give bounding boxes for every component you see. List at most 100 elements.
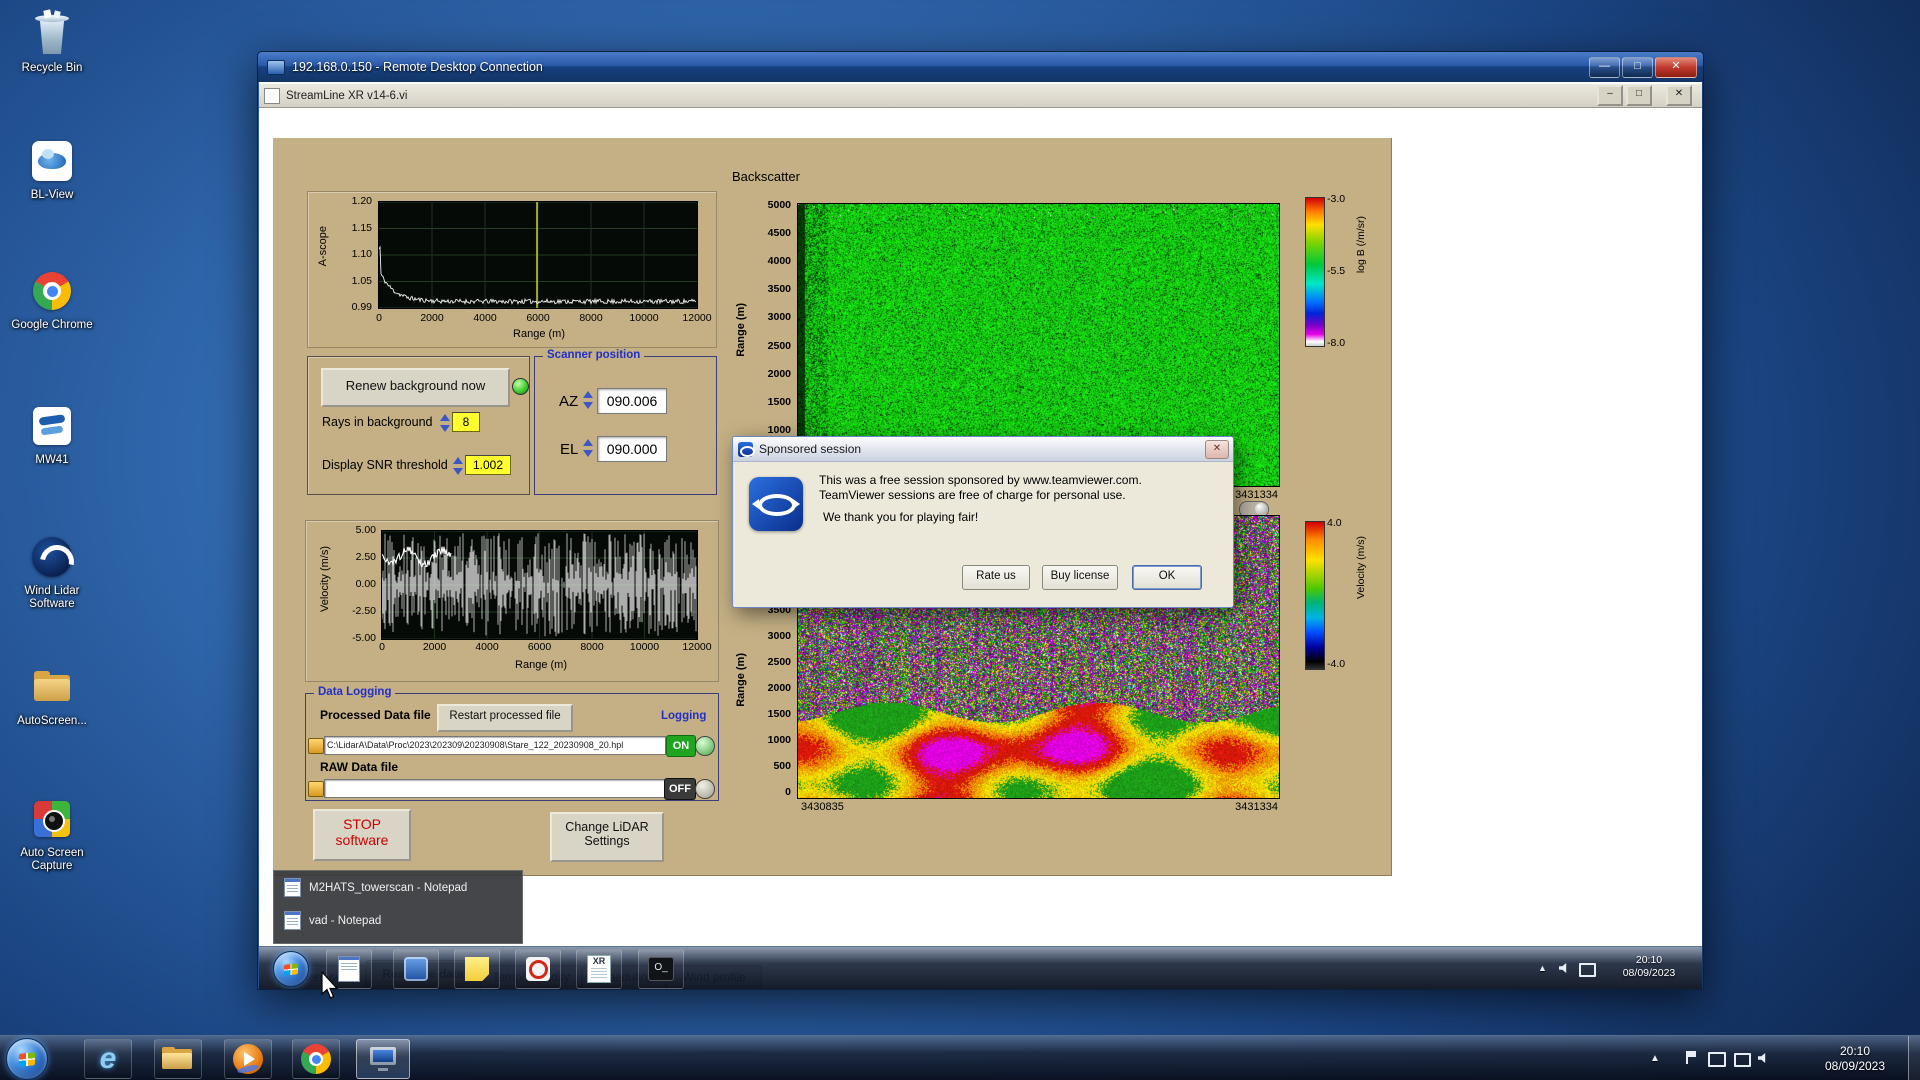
tick-label: 0	[379, 641, 385, 653]
close-button[interactable]: ✕	[1655, 56, 1697, 78]
network-icon[interactable]	[1579, 963, 1596, 977]
processed-path-field[interactable]: C:\LidarA\Data\Proc\2023\202309\20230908…	[324, 736, 666, 755]
snr-value[interactable]: 1.002	[465, 455, 511, 475]
desktop-icon-label: MW41	[35, 454, 69, 466]
rate-us-button[interactable]: Rate us	[962, 565, 1030, 590]
close-button[interactable]: ✕	[1666, 85, 1692, 106]
data-logging-frame: Data Logging Processed Data file Restart…	[305, 686, 719, 801]
maximize-button[interactable]: □	[1622, 56, 1653, 78]
start-button[interactable]	[273, 951, 309, 987]
scanner-position-frame: Scanner position AZ 090.006 EL 090.000	[534, 349, 717, 495]
power-app-icon	[526, 957, 550, 981]
notepad-icon	[338, 956, 360, 982]
xr-app-icon: XR	[587, 955, 611, 983]
el-stepper[interactable]	[583, 438, 594, 458]
close-icon[interactable]: ✕	[1205, 439, 1229, 459]
window-list-label: M2HATS_towerscan - Notepad	[309, 881, 468, 894]
ok-button[interactable]: OK	[1132, 565, 1202, 590]
raw-logging-toggle[interactable]: OFF	[664, 778, 696, 800]
snr-stepper[interactable]	[453, 456, 464, 476]
taskbar-window-list: M2HATS_towerscan - Notepad vad - Notepad	[273, 870, 523, 944]
buy-license-button[interactable]: Buy license	[1042, 565, 1118, 590]
taskbar-item-chrome[interactable]	[292, 1039, 340, 1079]
az-stepper[interactable]	[583, 390, 594, 410]
velocity-y-axis-label: Velocity (m/s)	[319, 546, 331, 613]
taskbar-item-power-app[interactable]	[515, 949, 561, 989]
dialog-body: This was a free session sponsored by www…	[733, 461, 1233, 607]
taskbar-item-xr-app[interactable]: XR	[576, 949, 622, 989]
stop-software-button[interactable]: STOP software	[313, 809, 411, 861]
host-clock-date: 08/09/2023	[1824, 1059, 1886, 1073]
tick-label: 0.00	[355, 578, 376, 590]
recycle-bin-icon	[28, 9, 76, 58]
taskbar-item-explorer[interactable]	[154, 1039, 202, 1079]
action-center-flag-icon[interactable]	[1686, 1051, 1698, 1064]
start-button[interactable]	[6, 1038, 48, 1080]
remote-clock[interactable]: 20:10 08/09/2023	[1611, 954, 1687, 980]
rays-value[interactable]: 8	[452, 412, 480, 432]
processed-logging-knob[interactable]	[695, 736, 715, 756]
wind-lidar-icon	[28, 533, 81, 586]
volume-icon[interactable]	[1758, 1052, 1766, 1064]
taskbar-item-remote-desktop-active[interactable]	[356, 1039, 410, 1079]
taskbar-item-media-player[interactable]	[224, 1039, 272, 1079]
tick-label: 6000	[527, 641, 552, 653]
desktop-icon-autoscreen[interactable]: AutoScreen...	[8, 663, 96, 728]
raw-logging-knob[interactable]	[695, 779, 715, 799]
display-icon[interactable]	[1708, 1052, 1726, 1067]
desktop-icon-recycle-bin[interactable]: Recycle Bin	[8, 9, 96, 75]
mouse-cursor	[321, 971, 339, 999]
tick-label: 5.00	[355, 524, 376, 536]
rdp-window-icon	[267, 59, 285, 75]
tick-label: 12000	[682, 641, 712, 653]
desktop-icon-wind-lidar[interactable]: Wind Lidar Software	[8, 533, 96, 611]
volume-icon[interactable]	[1559, 962, 1567, 974]
browse-folder-icon[interactable]	[308, 738, 324, 754]
az-value[interactable]: 090.006	[597, 388, 667, 414]
labview-app-icon	[264, 87, 280, 104]
network-icon[interactable]	[1734, 1053, 1751, 1067]
taskbar-item-system-app[interactable]	[393, 949, 439, 989]
tick-label: 3000	[767, 630, 791, 642]
browse-folder-icon[interactable]	[308, 781, 324, 797]
tick-label: 500	[773, 760, 791, 772]
stop-software-label: STOP	[343, 816, 381, 832]
velocity-plot	[381, 530, 698, 640]
tick-label: 12000	[682, 312, 712, 324]
taskbar-item-sticky-notes[interactable]	[454, 949, 500, 989]
desktop-icon-auto-screen-capture[interactable]: Auto Screen Capture	[8, 795, 96, 873]
rdp-window-controls: — □ ✕	[1587, 56, 1697, 78]
minimize-button[interactable]: –	[1597, 85, 1623, 106]
host-clock[interactable]: 20:10 08/09/2023	[1810, 1044, 1900, 1074]
desktop-icon-bl-view[interactable]: BL-View	[8, 137, 96, 202]
folder-icon	[162, 1047, 194, 1071]
desktop-icon-google-chrome[interactable]: Google Chrome	[8, 267, 96, 332]
change-settings-label2: Settings	[584, 834, 630, 848]
el-value[interactable]: 090.000	[597, 436, 667, 462]
restore-button[interactable]: □	[1626, 85, 1652, 106]
ascope-x-axis-label: Range (m)	[513, 328, 565, 340]
change-settings-label: Change LiDAR	[565, 820, 649, 834]
remote-desktop-icon	[369, 1047, 397, 1071]
tick-label: -4.0	[1327, 658, 1346, 670]
system-app-icon	[404, 957, 428, 981]
taskbar-item-console[interactable]: O_	[638, 949, 684, 989]
desktop-icon-label: BL-View	[30, 189, 74, 201]
raw-path-field[interactable]	[324, 779, 666, 798]
rays-stepper[interactable]	[440, 413, 451, 433]
taskbar-item-internet-explorer[interactable]: e	[84, 1039, 132, 1079]
window-list-item-vad[interactable]: vad - Notepad	[274, 904, 522, 937]
restart-processed-file-button[interactable]: Restart processed file	[437, 704, 573, 732]
velocity-colorbar-axis: 4.0 -4.0	[1325, 138, 1361, 875]
desktop-icon-mw41[interactable]: MW41	[8, 402, 96, 467]
tick-label: 4000	[473, 312, 497, 324]
window-list-item-towerscan[interactable]: M2HATS_towerscan - Notepad	[274, 871, 522, 904]
minimize-button[interactable]: —	[1589, 56, 1620, 78]
processed-logging-toggle[interactable]: ON	[666, 735, 696, 757]
folder-icon	[28, 663, 76, 711]
show-desktop-button[interactable]	[1908, 1036, 1920, 1080]
tray-chevron-icon[interactable]: ▲	[1650, 1053, 1660, 1064]
change-lidar-settings-button[interactable]: Change LiDAR Settings	[550, 812, 664, 862]
tray-chevron-icon[interactable]: ▲	[1538, 963, 1547, 973]
az-label: AZ	[559, 393, 579, 410]
